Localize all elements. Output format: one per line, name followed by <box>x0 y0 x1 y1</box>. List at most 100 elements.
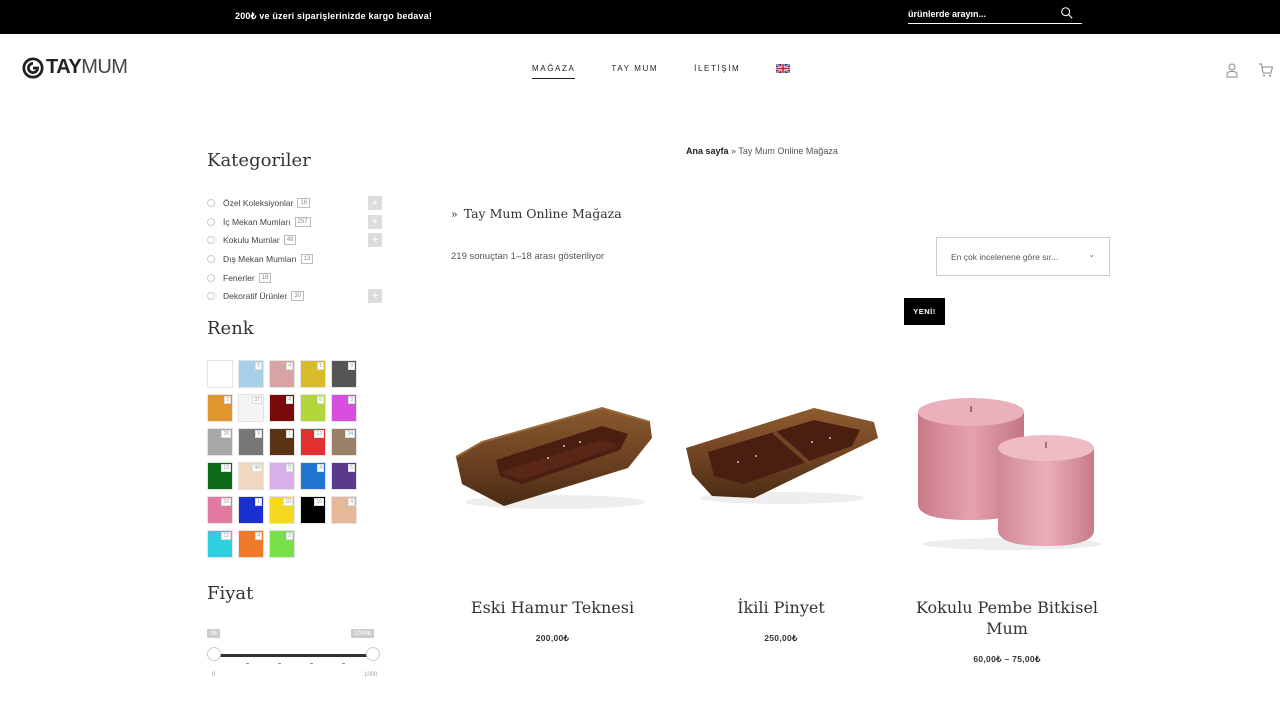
price-slider-max-handle[interactable] <box>366 647 380 661</box>
product-name[interactable]: Eski Hamur Teknesi <box>440 597 665 618</box>
expand-plus-icon[interactable]: + <box>368 214 382 229</box>
color-swatch[interactable]: 5 <box>238 360 264 388</box>
color-swatch[interactable]: 44 <box>238 462 264 490</box>
color-swatch[interactable] <box>207 360 233 388</box>
color-swatch[interactable]: 9 <box>238 428 264 456</box>
category-radio[interactable] <box>207 199 215 208</box>
category-label[interactable]: Dekoratif Ürünler <box>223 291 287 301</box>
product-card[interactable]: İkili Pinyet 250,00₺ <box>670 330 892 660</box>
result-count: 219 sonuçtan 1–18 arası gösteriliyor <box>451 251 605 262</box>
category-count: 13 <box>300 254 314 265</box>
category-item[interactable]: Kokulu Mumlar 48 + <box>207 231 382 250</box>
color-swatch[interactable]: 34 <box>331 428 357 456</box>
color-swatch[interactable]: 4 <box>331 496 357 524</box>
color-swatch[interactable]: 1 <box>238 496 264 524</box>
category-count: 48 <box>283 235 297 246</box>
category-item[interactable]: İç Mekan Mumları 257 + <box>207 213 382 232</box>
chevron-down-icon: ⌄ <box>1088 250 1095 259</box>
color-swatch[interactable]: 4 <box>238 530 264 558</box>
swatch-count: 1 <box>317 362 324 370</box>
search-input[interactable] <box>908 7 1058 21</box>
announcement-bar: 200₺ ve üzeri siparişlerinizde kargo bed… <box>0 0 1280 34</box>
nav-item-tay-mum[interactable]: TAY MUM <box>611 64 658 78</box>
category-label[interactable]: Fenerler <box>223 273 255 283</box>
color-swatch[interactable]: 5 <box>269 462 295 490</box>
color-swatch[interactable]: 2 <box>269 530 295 558</box>
uk-flag-icon[interactable] <box>776 64 791 73</box>
color-swatch[interactable]: 6 <box>300 394 326 422</box>
product-image[interactable] <box>684 404 880 508</box>
color-swatch[interactable]: 25 <box>207 428 233 456</box>
slider-tick <box>342 663 345 664</box>
expand-plus-icon[interactable]: + <box>368 288 382 303</box>
category-label[interactable]: Özel Koleksiyonlar <box>223 198 293 208</box>
category-item[interactable]: Fenerler 18 <box>207 268 382 287</box>
sort-dropdown[interactable]: En çok incelenene göre sır... ⌄ <box>936 237 1110 276</box>
expand-plus-icon[interactable]: + <box>368 196 382 210</box>
category-item[interactable]: Dekoratif Ürünler 30 + <box>207 287 382 306</box>
category-label[interactable]: Kokulu Mumlar <box>223 235 280 245</box>
color-swatch[interactable]: 5 <box>331 462 357 490</box>
category-radio[interactable] <box>207 292 215 301</box>
category-label[interactable]: Dış Mekan Mumları <box>223 254 297 264</box>
category-item[interactable]: Dış Mekan Mumları 13 <box>207 250 382 269</box>
color-swatch[interactable]: 1 <box>300 360 326 388</box>
product-image[interactable] <box>452 402 658 514</box>
breadcrumb: Ana sayfa » Tay Mum Online Mağaza <box>686 146 838 156</box>
product-name[interactable]: İkili Pinyet <box>670 597 892 618</box>
category-count: 30 <box>291 291 304 302</box>
color-swatch[interactable]: 9 <box>331 360 357 388</box>
color-swatch[interactable]: 10 <box>269 496 295 524</box>
logo[interactable]: TAYMUM <box>22 56 128 79</box>
product-image[interactable] <box>912 394 1106 554</box>
breadcrumb-home-link[interactable]: Ana sayfa <box>686 146 729 156</box>
price-slider-min-handle[interactable] <box>207 647 221 661</box>
main-nav: MAĞAZA TAY MUM İLETİŞİM <box>532 64 791 79</box>
category-item[interactable]: Özel Koleksiyonlar 16 + <box>207 194 382 213</box>
product-price: 60,00₺ – 75,00₺ <box>973 654 1041 664</box>
swatch-count: 12 <box>314 430 324 438</box>
swatch-count: 9 <box>255 430 262 438</box>
swatch-count: 1 <box>255 498 262 506</box>
category-radio[interactable] <box>207 236 215 245</box>
color-swatch[interactable]: 16 <box>207 496 233 524</box>
nav-item-magaza[interactable]: MAĞAZA <box>532 64 576 79</box>
nav-item-iletisim[interactable]: İLETİŞİM <box>694 64 740 78</box>
product-card[interactable]: Kokulu Pembe Bitkisel Mum 60,00₺ – 75,00… <box>898 330 1116 670</box>
slider-tick <box>246 663 249 664</box>
color-swatch[interactable]: 4 <box>300 462 326 490</box>
shop-title: » Tay Mum Online Mağaza <box>451 206 622 221</box>
shop-title-text: Tay Mum Online Mağaza <box>463 206 622 221</box>
product-name[interactable]: Kokulu Pembe Bitkisel Mum <box>898 597 1116 639</box>
expand-plus-icon[interactable]: + <box>368 233 382 248</box>
product-card[interactable]: Eski Hamur Teknesi 200,00₺ <box>440 330 665 660</box>
price-min-label: 0 <box>212 672 216 678</box>
price-max-badge: 1000₺ <box>351 629 375 638</box>
color-filter-title: Renk <box>207 318 254 339</box>
color-swatch[interactable]: 12 <box>300 428 326 456</box>
category-radio[interactable] <box>207 255 215 264</box>
color-swatch[interactable]: 13 <box>207 462 233 490</box>
color-swatch[interactable]: 37 <box>238 394 264 422</box>
color-swatch[interactable]: 12 <box>207 530 233 558</box>
color-swatch[interactable]: 2 <box>207 394 233 422</box>
swatch-count: 4 <box>348 498 355 506</box>
price-slider-track[interactable] <box>214 654 374 657</box>
account-icon[interactable] <box>1224 62 1240 78</box>
category-radio[interactable] <box>207 273 215 282</box>
color-swatch[interactable]: 3 <box>331 394 357 422</box>
sort-dropdown-label: En çok incelenene göre sır... <box>951 252 1059 262</box>
price-max-label: 1000 <box>364 672 378 678</box>
cart-icon[interactable] <box>1258 62 1274 78</box>
color-swatch[interactable]: 4 <box>269 394 295 422</box>
category-label[interactable]: İç Mekan Mumları <box>223 217 291 227</box>
category-count: 257 <box>294 216 311 227</box>
color-swatch[interactable]: 4 <box>269 360 295 388</box>
search-icon[interactable] <box>1060 6 1074 20</box>
swatch-count: 34 <box>345 430 355 438</box>
logo-text: TAYMUM <box>46 56 128 78</box>
price-min-badge: 0₺ <box>207 629 221 638</box>
category-radio[interactable] <box>207 217 215 226</box>
color-swatch[interactable]: 16 <box>300 496 326 524</box>
color-swatch[interactable]: 1 <box>269 428 295 456</box>
